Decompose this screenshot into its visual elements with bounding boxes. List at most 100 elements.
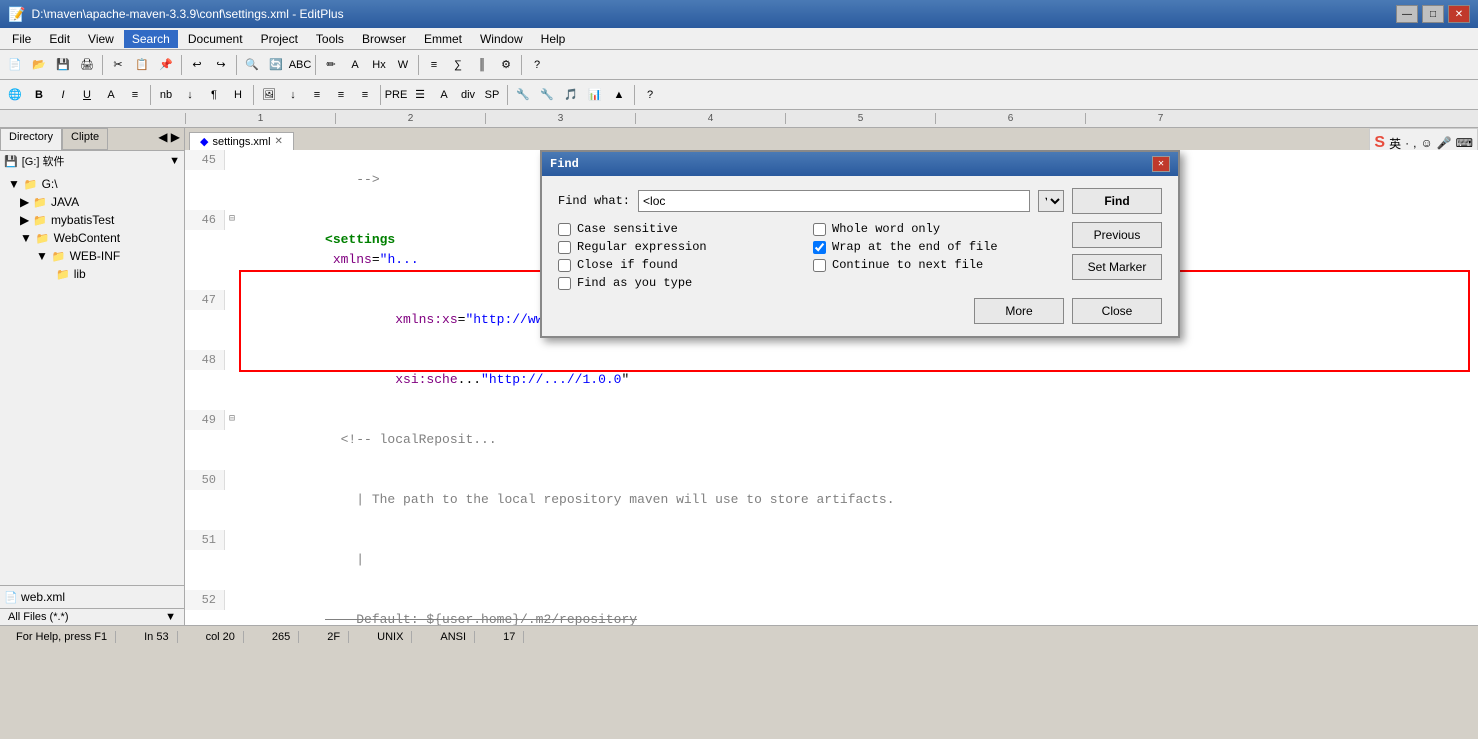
- menu-window[interactable]: Window: [472, 30, 531, 48]
- maximize-button[interactable]: □: [1422, 5, 1444, 23]
- menu-file[interactable]: File: [4, 30, 39, 48]
- align-button[interactable]: ≡: [124, 84, 146, 106]
- ime-keyboard-icon[interactable]: ⌨: [1456, 136, 1473, 150]
- sum-button[interactable]: ∑: [447, 54, 469, 76]
- paste-button[interactable]: 📌: [155, 54, 177, 76]
- minimize-button[interactable]: —: [1396, 5, 1418, 23]
- find-button[interactable]: 🔍: [241, 54, 263, 76]
- checkbox-case-sensitive: Case sensitive: [558, 222, 793, 236]
- more-button[interactable]: More: [974, 298, 1064, 324]
- wrap-checkbox[interactable]: [813, 241, 826, 254]
- pre-button[interactable]: PRE: [385, 84, 407, 106]
- help2-button[interactable]: ?: [639, 84, 661, 106]
- close-dialog-button[interactable]: Close: [1072, 298, 1162, 324]
- sp-button[interactable]: SP: [481, 84, 503, 106]
- find-what-input[interactable]: [638, 190, 1030, 212]
- titlebar-controls: — □ ✕: [1396, 5, 1470, 23]
- menu-help[interactable]: Help: [533, 30, 574, 48]
- col-button[interactable]: ║: [471, 54, 493, 76]
- redo-button[interactable]: ↪: [210, 54, 232, 76]
- ul-button[interactable]: ☰: [409, 84, 431, 106]
- menu-search[interactable]: Search: [124, 30, 178, 48]
- sidebar: Directory Clipte ◀ ▶ 💾 [G:] 软件 ▼ ▼ 📁 G:\…: [0, 128, 185, 625]
- sidebar-drive[interactable]: 💾 [G:] 软件 ▼: [0, 150, 184, 171]
- tab-directory[interactable]: Directory: [0, 128, 62, 150]
- nb-button[interactable]: nb: [155, 84, 177, 106]
- wordwrap-button[interactable]: W: [392, 54, 414, 76]
- close-button[interactable]: ✕: [1448, 5, 1470, 23]
- undo-button[interactable]: ↩: [186, 54, 208, 76]
- tree-item-java[interactable]: ▶ 📁 JAVA: [4, 193, 180, 211]
- tool1-button[interactable]: 🔧: [512, 84, 534, 106]
- chart-button[interactable]: 📊: [584, 84, 606, 106]
- file-tab-settings[interactable]: ◆ settings.xml ✕: [189, 132, 294, 150]
- tab-clipboard[interactable]: Clipte: [62, 128, 108, 150]
- ime-mic-icon[interactable]: 🎤: [1437, 136, 1452, 150]
- save-button[interactable]: 💾: [52, 54, 74, 76]
- bold-button[interactable]: B: [28, 84, 50, 106]
- file-tab-close[interactable]: ✕: [275, 136, 283, 147]
- close-if-found-checkbox[interactable]: [558, 259, 571, 272]
- up-button[interactable]: ▲: [608, 84, 630, 106]
- find-as-you-type-checkbox[interactable]: [558, 277, 571, 290]
- drive-arrow[interactable]: ▼: [169, 155, 180, 167]
- div-button[interactable]: div: [457, 84, 479, 106]
- underline-button[interactable]: U: [76, 84, 98, 106]
- image-button[interactable]: 🖼: [258, 84, 280, 106]
- charset-button[interactable]: A: [433, 84, 455, 106]
- tree-item-g[interactable]: ▼ 📁 G:\: [4, 175, 180, 193]
- menu-edit[interactable]: Edit: [41, 30, 78, 48]
- previous-button[interactable]: Previous: [1072, 222, 1162, 248]
- print-button[interactable]: 🖨: [76, 54, 98, 76]
- menu-emmet[interactable]: Emmet: [416, 30, 470, 48]
- menu-project[interactable]: Project: [253, 30, 306, 48]
- dialog-close-button[interactable]: ✕: [1152, 156, 1170, 172]
- list4-button[interactable]: ≡: [354, 84, 376, 106]
- spell-button[interactable]: ABC: [289, 54, 311, 76]
- browser-button[interactable]: 🌐: [4, 84, 26, 106]
- music-button[interactable]: 🎵: [560, 84, 582, 106]
- tree-item-webinf[interactable]: ▼ 📁 WEB-INF: [4, 247, 180, 265]
- menu-tools[interactable]: Tools: [308, 30, 352, 48]
- hex-button[interactable]: Hx: [368, 54, 390, 76]
- h-button[interactable]: H: [227, 84, 249, 106]
- copy-button[interactable]: 📋: [131, 54, 153, 76]
- status-num: 265: [264, 631, 299, 643]
- menu-document[interactable]: Document: [180, 30, 251, 48]
- font-button[interactable]: A: [344, 54, 366, 76]
- tree-item-mybatis[interactable]: ▶ 📁 mybatisTest: [4, 211, 180, 229]
- color-button[interactable]: A: [100, 84, 122, 106]
- menu-browser[interactable]: Browser: [354, 30, 414, 48]
- help-button[interactable]: ?: [526, 54, 548, 76]
- clip-button[interactable]: ✏: [320, 54, 342, 76]
- list2-button[interactable]: ≡: [306, 84, 328, 106]
- para-button[interactable]: ¶: [203, 84, 225, 106]
- continue-checkbox[interactable]: [813, 259, 826, 272]
- replace-button[interactable]: 🔄: [265, 54, 287, 76]
- italic-button[interactable]: I: [52, 84, 74, 106]
- case-sensitive-checkbox[interactable]: [558, 223, 571, 236]
- set-marker-button[interactable]: Set Marker: [1072, 254, 1162, 280]
- tool2-button[interactable]: 🔧: [536, 84, 558, 106]
- tree-item-webcontent[interactable]: ▼ 📁 WebContent: [4, 229, 180, 247]
- down-button[interactable]: ↓: [282, 84, 304, 106]
- cut-button[interactable]: ✂: [107, 54, 129, 76]
- sidebar-arrow[interactable]: ◀ ▶: [154, 128, 184, 150]
- list-button[interactable]: ≡: [423, 54, 445, 76]
- continue-label: Continue to next file: [832, 258, 983, 272]
- editor-content[interactable]: 45 --> 46 ⊟ <settings xmlns="h... 47: [185, 150, 1478, 625]
- settings-button[interactable]: ⚙: [495, 54, 517, 76]
- ime-en-label[interactable]: 英: [1389, 135, 1401, 152]
- filter-arrow[interactable]: ▼: [165, 611, 176, 623]
- whole-word-checkbox[interactable]: [813, 223, 826, 236]
- regex-checkbox[interactable]: [558, 241, 571, 254]
- find-dropdown[interactable]: ▼: [1038, 190, 1064, 212]
- arrow-down-button[interactable]: ↓: [179, 84, 201, 106]
- new-button[interactable]: 📄: [4, 54, 26, 76]
- list3-button[interactable]: ≡: [330, 84, 352, 106]
- ime-smile-icon[interactable]: ☺: [1420, 136, 1432, 150]
- find-button[interactable]: Find: [1072, 188, 1162, 214]
- open-button[interactable]: 📂: [28, 54, 50, 76]
- tree-item-lib[interactable]: 📁 lib: [4, 265, 180, 283]
- menu-view[interactable]: View: [80, 30, 122, 48]
